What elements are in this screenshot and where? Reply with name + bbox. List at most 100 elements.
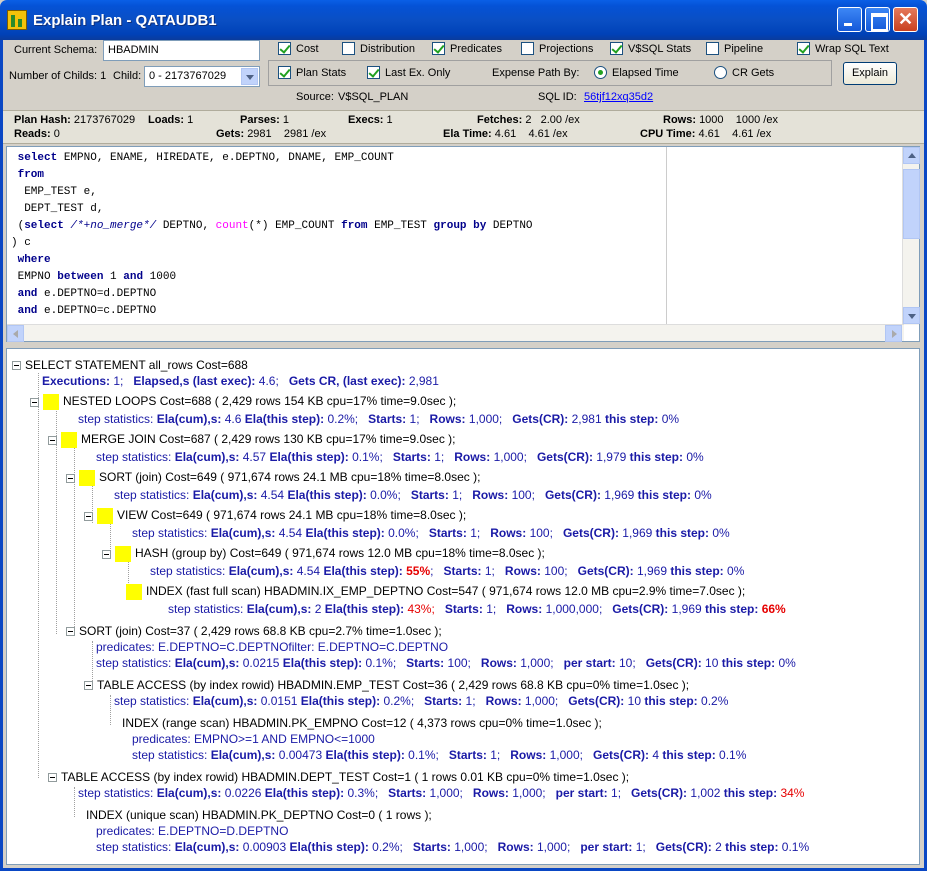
stat-label: step statistics: — [96, 450, 172, 464]
distribution-checkbox[interactable]: Distribution — [342, 42, 415, 55]
scroll-up-icon[interactable] — [903, 147, 920, 164]
stat-label: Elapsed,s (last exec): — [133, 374, 256, 388]
minimize-icon[interactable] — [837, 7, 862, 32]
plan-node-select-statement[interactable]: SELECT STATEMENT all_rows Cost=688 — [12, 358, 248, 372]
sql-line: EMP_TEST e, — [11, 186, 97, 198]
check-icon[interactable] — [610, 42, 623, 55]
scroll-thumb[interactable] — [903, 169, 920, 239]
plan-node-nested-loops[interactable]: NESTED LOOPS Cost=688 ( 2,429 rows 154 K… — [30, 394, 456, 410]
plan-node-index-fast-full-scan[interactable]: INDEX (fast full scan) HBADMIN.IX_EMP_DE… — [126, 584, 745, 600]
expand-icon[interactable] — [30, 397, 39, 407]
child-select[interactable]: 0 - 2173767029 — [144, 66, 260, 87]
plan-node-merge-join[interactable]: MERGE JOIN Cost=687 ( 2,429 rows 130 KB … — [48, 432, 456, 448]
projections-label: Projections — [539, 42, 594, 55]
stat-value-hot: 34% — [780, 786, 805, 800]
checkbox-box[interactable] — [706, 42, 719, 55]
expand-icon[interactable] — [48, 435, 57, 445]
plan-node-view[interactable]: VIEW Cost=649 ( 971,674 rows 24.1 MB cpu… — [84, 508, 466, 524]
check-icon[interactable] — [278, 66, 291, 79]
plan-node-sort-join[interactable]: SORT (join) Cost=649 ( 971,674 rows 24.1… — [66, 470, 480, 486]
plan-node-index-unique-scan[interactable]: INDEX (unique scan) HBADMIN.PK_DEPTNO Co… — [86, 808, 432, 822]
wrap-sql-checkbox[interactable]: Wrap SQL Text — [797, 42, 889, 55]
plan-node-predicates: predicates: E.DEPTNO=D.DEPTNO — [96, 824, 288, 838]
scroll-right-icon[interactable] — [885, 325, 902, 342]
cost-checkbox[interactable]: Cost — [278, 42, 319, 55]
plan-stats-label: Plan Stats — [296, 66, 347, 79]
check-icon[interactable] — [797, 42, 810, 55]
cpu-time-per-exec: 4.61 /ex — [732, 128, 772, 140]
expand-icon[interactable] — [84, 511, 93, 521]
chevron-down-icon[interactable] — [241, 68, 258, 85]
current-schema-input[interactable]: HBADMIN — [103, 40, 260, 61]
stat-label: Ela(cum),s: — [192, 488, 258, 502]
predicates-checkbox[interactable]: Predicates — [432, 42, 502, 55]
plan-node-stats: step statistics: Ela(cum),s: 4.54 Ela(th… — [150, 564, 745, 578]
last-ex-only-checkbox[interactable]: Last Ex. Only — [367, 66, 450, 79]
projections-checkbox[interactable]: Projections — [521, 42, 593, 55]
plan-node-label: HASH (group by) Cost=649 ( 971,674 rows … — [135, 546, 545, 561]
sql-text-pane[interactable]: select EMPNO, ENAME, HIREDATE, e.DEPTNO,… — [6, 146, 920, 342]
radio-icon[interactable] — [714, 66, 727, 79]
checkbox-box[interactable] — [342, 42, 355, 55]
sql-line: DEPTNO, — [156, 220, 216, 232]
predicates-label: predicates: — [96, 824, 155, 838]
expand-icon[interactable] — [66, 627, 75, 637]
expand-icon[interactable] — [84, 681, 93, 691]
plan-root-stats: Executions: 1; Elapsed,s (last exec): 4.… — [42, 374, 439, 388]
stat-label: Rows: — [497, 840, 534, 854]
sql-editor[interactable]: select EMPNO, ENAME, HIREDATE, e.DEPTNO,… — [7, 147, 667, 325]
expand-icon[interactable] — [66, 473, 75, 483]
explain-button[interactable]: Explain — [843, 62, 897, 85]
checkbox-box[interactable] — [521, 42, 534, 55]
stat-label: this step: — [605, 412, 659, 426]
stat-value: 1,000; — [493, 450, 527, 464]
stat-value: 4.6 — [224, 412, 242, 426]
stat-value: 0% — [712, 526, 730, 540]
cpu-time-label: CPU Time: — [640, 128, 696, 140]
expand-icon[interactable] — [12, 361, 21, 371]
stat-label: this step: — [655, 526, 709, 540]
pipeline-checkbox[interactable]: Pipeline — [706, 42, 763, 55]
stat-label: Ela(this step): — [269, 450, 349, 464]
stat-value: 1,969 — [636, 564, 667, 578]
scroll-left-icon[interactable] — [7, 325, 24, 342]
plan-node-label: TABLE ACCESS (by index rowid) HBADMIN.EM… — [97, 678, 690, 692]
plan-node-table-access-emp[interactable]: TABLE ACCESS (by index rowid) HBADMIN.EM… — [84, 678, 689, 692]
sql-id-link[interactable]: 56tjf12xq35d2 — [584, 91, 653, 103]
stat-label: Rows: — [480, 656, 517, 670]
plan-node-hash-group-by[interactable]: HASH (group by) Cost=649 ( 971,674 rows … — [102, 546, 545, 562]
stat-label: Rows: — [485, 694, 522, 708]
cr-gets-radio[interactable]: CR Gets — [714, 66, 774, 79]
vertical-scrollbar[interactable] — [902, 147, 920, 325]
plan-node-sort-join-2[interactable]: SORT (join) Cost=37 ( 2,429 rows 68.8 KB… — [66, 624, 442, 638]
current-schema-label: Current Schema: — [14, 44, 98, 56]
maximize-icon[interactable] — [865, 7, 890, 32]
check-icon[interactable] — [432, 42, 445, 55]
stat-label: Executions: — [42, 374, 111, 388]
plan-stats-checkbox[interactable]: Plan Stats — [278, 66, 346, 79]
vsql-stats-checkbox[interactable]: V$SQL Stats — [610, 42, 691, 55]
plan-node-label: SELECT STATEMENT all_rows Cost=688 — [25, 358, 248, 372]
stat-label: step statistics: — [132, 748, 208, 762]
stat-value: 0.2% — [701, 694, 729, 708]
check-icon[interactable] — [367, 66, 380, 79]
plan-node-table-access-dept[interactable]: TABLE ACCESS (by index rowid) HBADMIN.DE… — [48, 770, 629, 784]
radio-icon[interactable] — [594, 66, 607, 79]
elapsed-time-radio[interactable]: Elapsed Time — [594, 66, 679, 79]
close-icon[interactable]: ✕ — [893, 7, 918, 32]
plan-node-stats: step statistics: Ela(cum),s: 4.54 Ela(th… — [132, 526, 730, 540]
stat-label: Gets(CR): — [592, 748, 649, 762]
plan-tree-pane[interactable]: SELECT STATEMENT all_rows Cost=688 Execu… — [6, 348, 920, 865]
stat-value: 0% — [694, 488, 712, 502]
expand-icon[interactable] — [102, 549, 111, 559]
gets-per-exec: 2981 /ex — [283, 128, 327, 140]
scroll-down-icon[interactable] — [903, 307, 920, 324]
stat-value: 1,969 — [622, 526, 653, 540]
expand-icon[interactable] — [48, 773, 57, 783]
parses-label: Parses: — [240, 114, 280, 126]
title-bar[interactable]: Explain Plan - QATAUDB1 ✕ — [0, 0, 927, 40]
horizontal-scrollbar[interactable] — [7, 324, 904, 342]
plan-node-index-range-scan[interactable]: INDEX (range scan) HBADMIN.PK_EMPNO Cost… — [122, 716, 602, 730]
check-icon[interactable] — [278, 42, 291, 55]
plan-node-stats: step statistics: Ela(cum),s: 4.54 Ela(th… — [114, 488, 712, 502]
